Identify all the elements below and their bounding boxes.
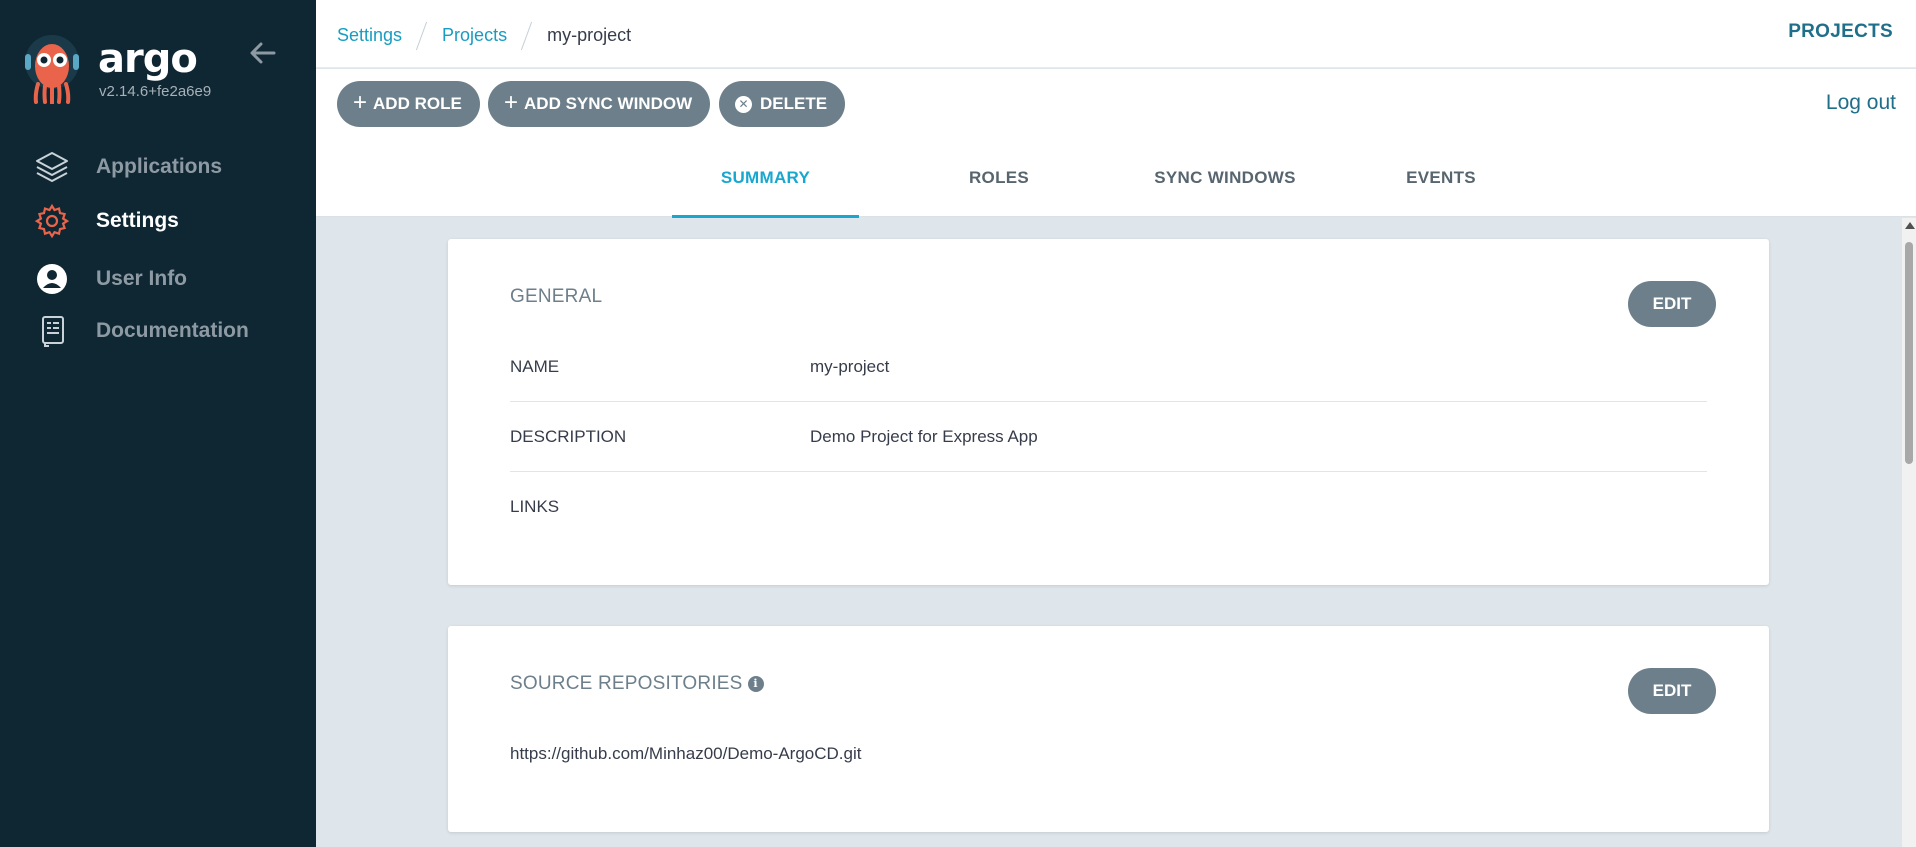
tab-roles[interactable]: ROLES bbox=[926, 139, 1072, 217]
breadcrumb-settings[interactable]: Settings bbox=[337, 25, 402, 46]
brand-name: argo bbox=[98, 36, 198, 82]
app-version: v2.14.6+fe2a6e9 bbox=[99, 83, 212, 100]
scroll-up-arrow-icon[interactable] bbox=[1905, 222, 1915, 229]
user-circle-icon bbox=[34, 261, 70, 297]
breadcrumb-separator bbox=[521, 20, 533, 50]
source-repositories-title: SOURCE REPOSITORIES i bbox=[510, 673, 764, 695]
argo-logo[interactable] bbox=[24, 32, 80, 105]
edit-general-button[interactable]: EDIT bbox=[1628, 281, 1716, 327]
breadcrumb-separator bbox=[416, 20, 428, 50]
toolbar: + ADD ROLE + ADD SYNC WINDOW ✕ DELETE Lo… bbox=[316, 69, 1916, 139]
general-row-description: DESCRIPTION Demo Project for Express App bbox=[510, 402, 1707, 472]
page-section-title: PROJECTS bbox=[1788, 21, 1893, 42]
sidebar-item-label: Applications bbox=[96, 155, 223, 178]
tab-sync-windows[interactable]: SYNC WINDOWS bbox=[1125, 139, 1325, 217]
sidebar-item-label: Settings bbox=[96, 209, 179, 232]
sidebar-item-settings[interactable]: Settings bbox=[0, 197, 316, 245]
delete-label: DELETE bbox=[760, 94, 828, 113]
collapse-sidebar-arrow-icon[interactable] bbox=[248, 40, 278, 66]
logout-link[interactable]: Log out bbox=[1826, 91, 1896, 115]
add-role-label: ADD ROLE bbox=[373, 94, 462, 113]
edit-source-repositories-button[interactable]: EDIT bbox=[1628, 668, 1716, 714]
sidebar-item-documentation[interactable]: Documentation bbox=[0, 307, 316, 355]
sidebar-item-label: User Info bbox=[96, 267, 188, 290]
sidebar: argo v2.14.6+fe2a6e9 Applications Settin… bbox=[0, 0, 316, 847]
plus-icon: + bbox=[504, 89, 519, 116]
source-repository-url: https://github.com/Minhaz00/Demo-ArgoCD.… bbox=[510, 744, 862, 763]
sidebar-item-user-info[interactable]: User Info bbox=[0, 255, 316, 303]
add-sync-window-button[interactable]: + ADD SYNC WINDOW bbox=[488, 81, 711, 127]
tab-events[interactable]: EVENTS bbox=[1368, 139, 1514, 217]
delete-button[interactable]: ✕ DELETE bbox=[719, 81, 846, 127]
top-bar: Settings Projects my-project PROJECTS bbox=[316, 0, 1916, 68]
breadcrumb-projects[interactable]: Projects bbox=[442, 25, 507, 46]
sidebar-item-applications[interactable]: Applications bbox=[0, 143, 316, 191]
general-row-name: NAME my-project bbox=[510, 332, 1707, 402]
tab-bar: SUMMARY ROLES SYNC WINDOWS EVENTS bbox=[316, 139, 1916, 218]
row-value: Demo Project for Express App bbox=[810, 426, 1038, 446]
tab-summary[interactable]: SUMMARY bbox=[672, 139, 859, 218]
row-key: NAME bbox=[510, 356, 560, 376]
sidebar-item-label: Documentation bbox=[96, 319, 249, 342]
book-icon bbox=[34, 313, 70, 349]
row-key: LINKS bbox=[510, 497, 560, 516]
breadcrumb-current: my-project bbox=[547, 24, 632, 45]
scrollbar[interactable] bbox=[1902, 218, 1916, 847]
layers-icon bbox=[34, 149, 70, 185]
general-card: GENERAL EDIT NAME my-project DESCRIPTION… bbox=[448, 239, 1769, 585]
general-title: GENERAL bbox=[510, 286, 603, 307]
add-sync-window-label: ADD SYNC WINDOW bbox=[524, 94, 693, 113]
add-role-button[interactable]: + ADD ROLE bbox=[337, 81, 480, 127]
source-repositories-title-text: SOURCE REPOSITORIES bbox=[510, 673, 743, 694]
row-key: DESCRIPTION bbox=[510, 426, 627, 446]
info-icon[interactable]: i bbox=[747, 676, 764, 692]
breadcrumb: Settings Projects my-project bbox=[337, 20, 631, 50]
row-value: my-project bbox=[810, 356, 890, 376]
scrollbar-thumb[interactable] bbox=[1905, 242, 1913, 464]
close-circle-icon: ✕ bbox=[735, 95, 752, 113]
source-repositories-card: SOURCE REPOSITORIES i EDIT https://github… bbox=[448, 626, 1769, 832]
general-row-links: LINKS bbox=[510, 472, 1707, 542]
plus-icon: + bbox=[353, 89, 368, 116]
gear-icon bbox=[34, 203, 70, 239]
